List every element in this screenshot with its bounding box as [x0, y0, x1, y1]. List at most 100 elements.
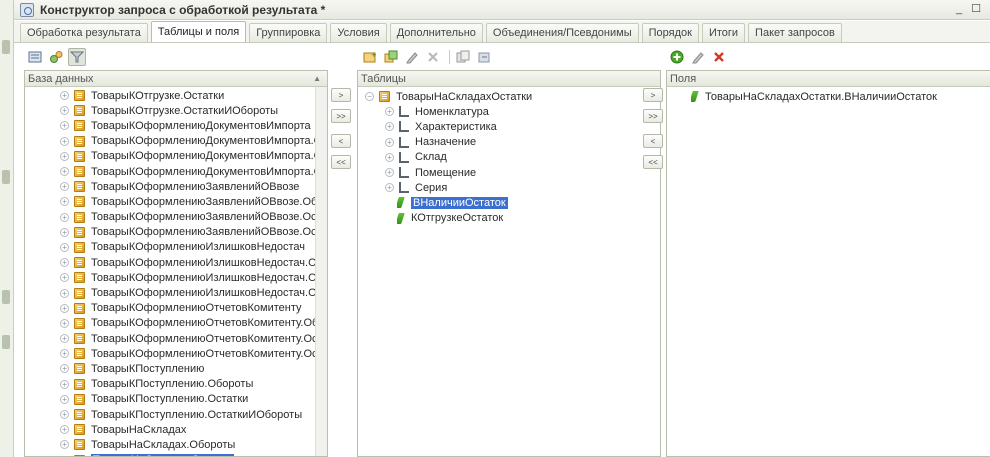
- expand-icon[interactable]: +: [60, 349, 69, 359]
- database-panel: База данных ▲ + ТоварыКОтгрузке.Остатки + Т…: [24, 70, 328, 457]
- expand-icon[interactable]: +: [60, 303, 69, 313]
- expand-icon[interactable]: +: [60, 182, 69, 192]
- expand-icon[interactable]: +: [385, 168, 394, 178]
- expand-icon[interactable]: +: [60, 212, 69, 222]
- expand-icon[interactable]: +: [60, 106, 69, 116]
- add-all-fields-button[interactable]: >>: [643, 109, 663, 123]
- database-tree-item[interactable]: + ТоварыКПоступлению.Обороты: [60, 377, 327, 392]
- expand-icon[interactable]: +: [385, 183, 394, 193]
- delete-red-x-icon[interactable]: [710, 48, 728, 66]
- database-tree-item[interactable]: + ТоварыКОформлениюИзлишковНедостач.Остат…: [60, 285, 327, 300]
- expand-icon[interactable]: +: [60, 258, 69, 268]
- database-tree-item[interactable]: + ТоварыКОформлениюДокументовИмпорта.Оста…: [60, 164, 327, 179]
- database-tree-item[interactable]: + ТоварыКОформлениюИзлишковНедостач.Оборо…: [60, 255, 327, 270]
- expand-icon[interactable]: +: [60, 425, 69, 435]
- database-tree-item[interactable]: + ТоварыКОформлениюЗаявленийОВвозе.Остатк…: [60, 210, 327, 225]
- expand-icon[interactable]: +: [60, 167, 69, 177]
- tab-additional[interactable]: Дополнительно: [389, 23, 483, 42]
- database-tree-item[interactable]: + ТоварыКОформлениюДокументовИмпорта.Обор…: [60, 134, 327, 149]
- expand-icon[interactable]: +: [60, 318, 69, 328]
- collapse-icon[interactable]: −: [365, 92, 374, 102]
- dimension-row[interactable]: + Склад: [385, 150, 660, 165]
- database-tree-item[interactable]: + ТоварыНаСкладах: [60, 422, 327, 437]
- expand-icon[interactable]: +: [60, 440, 69, 450]
- expand-icon[interactable]: +: [60, 121, 69, 131]
- expand-icon[interactable]: +: [385, 152, 394, 162]
- database-tree-item[interactable]: + ТоварыКОформлениюДокументовИмпорта: [60, 118, 327, 133]
- tab-order[interactable]: Порядок: [641, 23, 699, 42]
- expand-icon[interactable]: +: [60, 364, 69, 374]
- database-tree-item[interactable]: + ТоварыКОформлениюИзлишковНедостач.Остат…: [60, 270, 327, 285]
- expand-icon[interactable]: +: [60, 136, 69, 146]
- add-green-plus-icon[interactable]: [668, 48, 686, 66]
- expand-icon[interactable]: +: [60, 227, 69, 237]
- expand-icon[interactable]: +: [60, 273, 69, 283]
- database-tree-item[interactable]: + ТоварыКОформлениюДокументовИмпорта.Оста…: [60, 149, 327, 164]
- database-tree-item[interactable]: + ТоварыКОтгрузке.ОстаткиИОбороты: [60, 103, 327, 118]
- database-tree-item[interactable]: + ТоварыКОформлениюОтчетовКомитенту.Остат…: [60, 331, 327, 346]
- open-query-icon[interactable]: [26, 48, 44, 66]
- delete-x-icon[interactable]: [424, 48, 442, 66]
- tab-grouping[interactable]: Группировка: [249, 23, 328, 42]
- dimension-row[interactable]: + Помещение: [385, 165, 660, 180]
- database-tree-item[interactable]: + ТоварыКОформлениюЗаявленийОВвозе: [60, 179, 327, 194]
- remove-all-fields-button[interactable]: <<: [643, 155, 663, 169]
- resource-row[interactable]: ВНаличииОстаток: [397, 195, 660, 210]
- replace-table-icon[interactable]: [475, 48, 493, 66]
- expand-icon[interactable]: +: [60, 197, 69, 207]
- tab-query-batch[interactable]: Пакет запросов: [748, 23, 842, 42]
- edit-pencil-icon[interactable]: [403, 48, 421, 66]
- expand-icon[interactable]: +: [385, 107, 394, 117]
- database-tree-item[interactable]: + ТоварыКПоступлению.ОстаткиИОбороты: [60, 407, 327, 422]
- expand-icon[interactable]: +: [60, 91, 69, 101]
- add-field-button[interactable]: >: [643, 88, 663, 102]
- expand-icon[interactable]: +: [60, 288, 69, 298]
- database-tree-item[interactable]: + ТоварыКОформлениюОтчетовКомитенту.Оборо…: [60, 316, 327, 331]
- database-tree-item[interactable]: + ТоварыКОформлениюОтчетовКомитенту.Остат…: [60, 346, 327, 361]
- tree-root-row[interactable]: − ТоварыНаСкладахОстатки: [365, 89, 660, 104]
- database-tree-item[interactable]: + ТоварыКОформлениюЗаявленийОВвозе.Остатк…: [60, 225, 327, 240]
- expand-icon[interactable]: +: [385, 137, 394, 147]
- expand-icon[interactable]: +: [60, 334, 69, 344]
- window-controls[interactable]: _ ☐: [956, 2, 984, 15]
- dimension-row[interactable]: + Характеристика: [385, 119, 660, 134]
- database-tree-item[interactable]: +ТоварыНаСкладах.Остатки: [60, 453, 327, 456]
- tab-totals[interactable]: Итоги: [701, 23, 746, 42]
- tab-tables-and-fields[interactable]: Таблицы и поля: [150, 21, 247, 42]
- expand-icon[interactable]: +: [60, 151, 69, 161]
- remove-button[interactable]: <: [331, 134, 351, 148]
- tab-unions-aliases[interactable]: Объединения/Псевдонимы: [485, 23, 639, 42]
- expand-icon[interactable]: +: [60, 242, 69, 252]
- dimension-row[interactable]: + Номенклатура: [385, 104, 660, 119]
- remove-field-button[interactable]: <: [643, 134, 663, 148]
- filter-icon[interactable]: [68, 48, 86, 66]
- field-row[interactable]: ТоварыНаСкладахОстатки.ВНаличииОстаток: [691, 89, 990, 104]
- sort-up-icon[interactable]: ▲: [313, 74, 321, 83]
- dimension-row[interactable]: + Серия: [385, 180, 660, 195]
- dimension-row[interactable]: + Назначение: [385, 135, 660, 150]
- database-tree-item[interactable]: + ТоварыКПоступлению.Остатки: [60, 392, 327, 407]
- register-table-icon: [74, 302, 85, 314]
- copy-table-icon[interactable]: [454, 48, 472, 66]
- expand-icon[interactable]: +: [60, 379, 69, 389]
- remove-all-button[interactable]: <<: [331, 155, 351, 169]
- database-tree-item[interactable]: + ТоварыКОформлениюОтчетовКомитенту: [60, 301, 327, 316]
- database-tree-item[interactable]: + ТоварыНаСкладах.Обороты: [60, 437, 327, 452]
- resource-row[interactable]: КОтгрузкеОстаток: [397, 211, 660, 226]
- settings-gears-icon[interactable]: [47, 48, 65, 66]
- tab-conditions[interactable]: Условия: [330, 23, 387, 42]
- add-nested-query-icon[interactable]: [382, 48, 400, 66]
- edit-pencil-icon[interactable]: [689, 48, 707, 66]
- expand-icon[interactable]: +: [60, 410, 69, 420]
- expand-icon[interactable]: +: [60, 394, 69, 404]
- add-table-icon[interactable]: +: [361, 48, 379, 66]
- database-tree-item[interactable]: + ТоварыКОформлениюИзлишковНедостач: [60, 240, 327, 255]
- expand-icon[interactable]: +: [385, 122, 394, 132]
- database-tree-item[interactable]: + ТоварыКОтгрузке.Остатки: [60, 88, 327, 103]
- add-all-button[interactable]: >>: [331, 109, 351, 123]
- add-button[interactable]: >: [331, 88, 351, 102]
- vertical-scrollbar[interactable]: [315, 87, 327, 456]
- tab-result-processing[interactable]: Обработка результата: [20, 23, 148, 42]
- database-tree-item[interactable]: + ТоварыКОформлениюЗаявленийОВвозе.Оборот…: [60, 194, 327, 209]
- database-tree-item[interactable]: + ТоварыКПоступлению: [60, 361, 327, 376]
